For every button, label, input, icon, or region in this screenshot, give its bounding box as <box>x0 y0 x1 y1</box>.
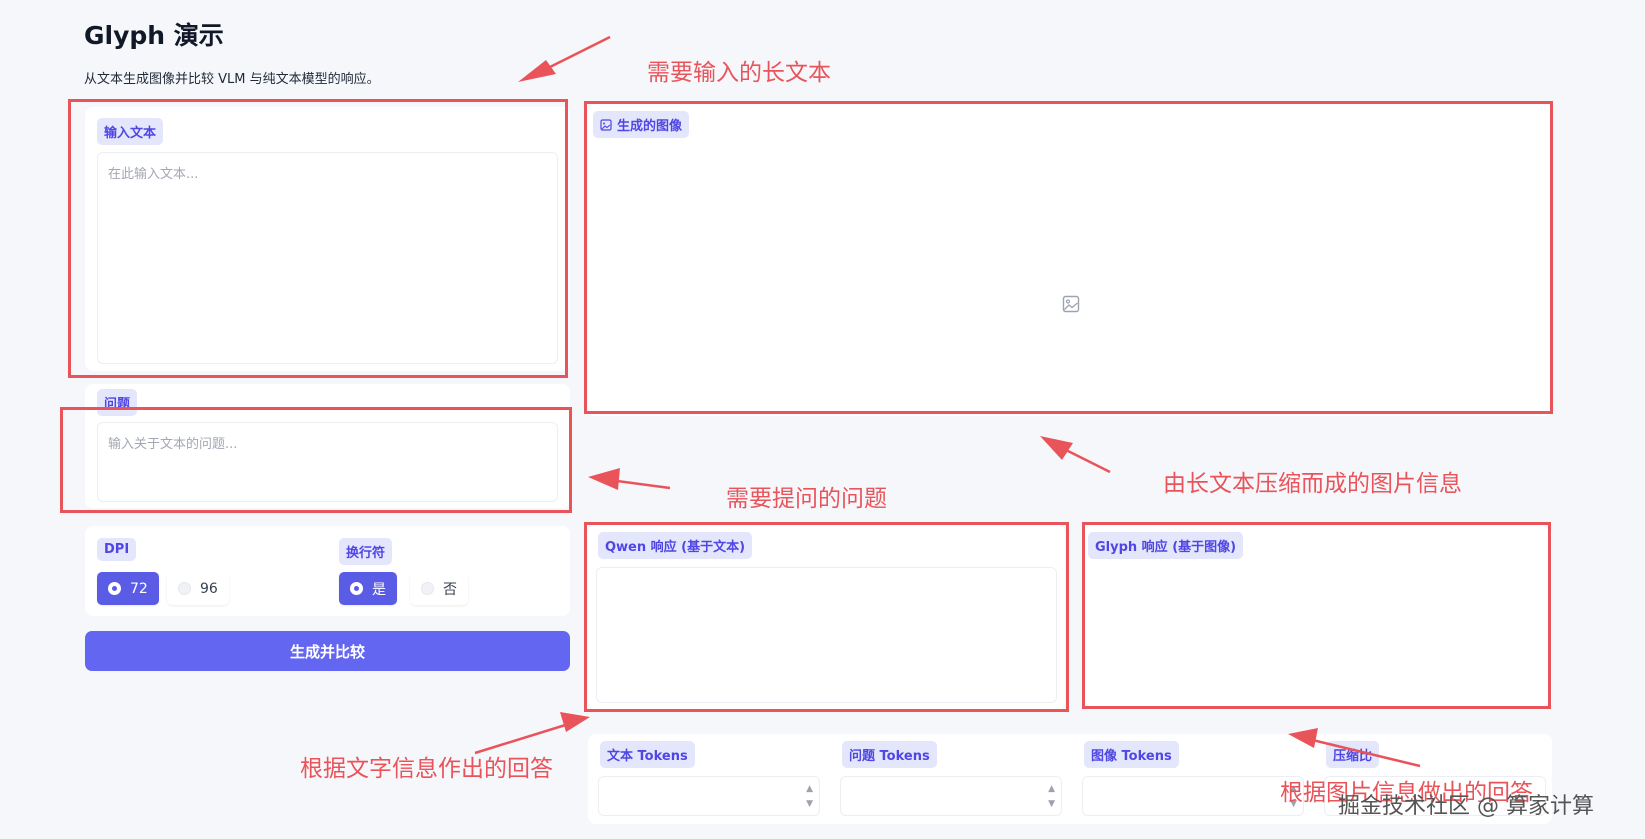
annotation-long-text: 需要输入的长文本 <box>647 60 831 86</box>
annotation-image-info: 由长文本压缩而成的图片信息 <box>1163 471 1462 497</box>
annotation-arrows <box>474 35 1421 768</box>
watermark-text: 掘金技术社区 @ 算家计算 <box>1338 794 1594 819</box>
annotation-question: 需要提问的问题 <box>726 486 887 512</box>
annotation-text-answer: 根据文字信息作出的回答 <box>300 756 553 782</box>
